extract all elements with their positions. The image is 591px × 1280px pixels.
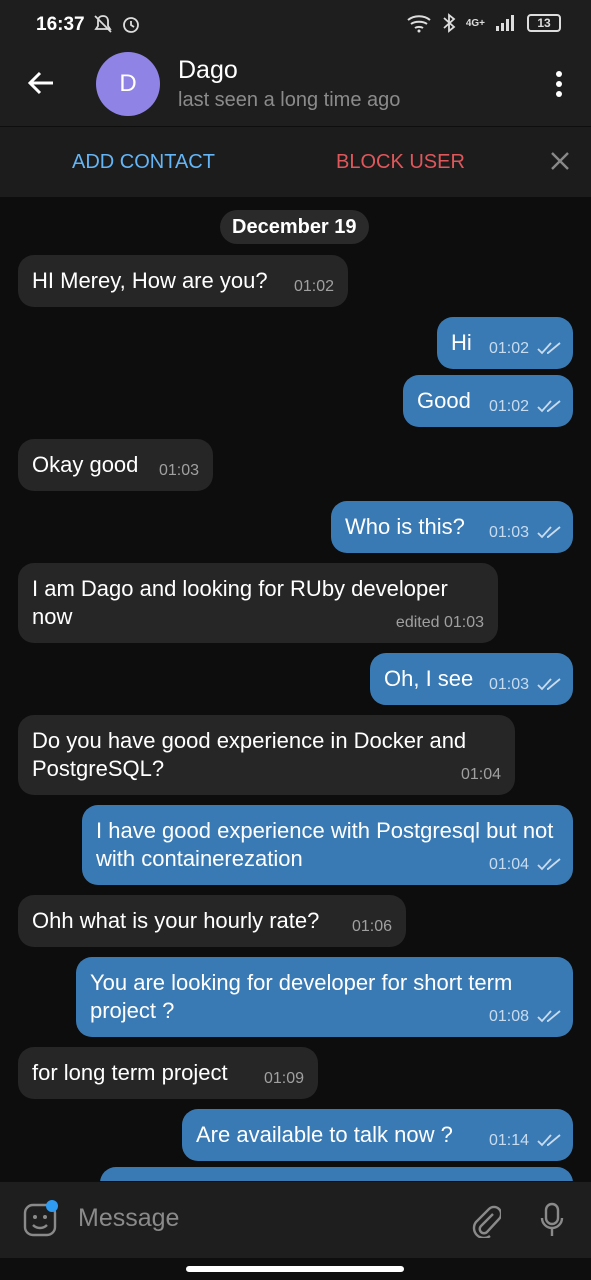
incoming-message[interactable]: Ohh what is your hourly rate? 01:06: [18, 895, 406, 947]
chat-header: D Dago last seen a long time ago: [0, 44, 591, 126]
outgoing-message[interactable]: Who is this? 01:03: [331, 501, 573, 553]
message-text: Oh, I see: [384, 666, 474, 691]
more-vertical-icon[interactable]: [555, 70, 563, 103]
double-check-icon: [537, 1126, 563, 1154]
message-time: 01:03: [488, 524, 529, 541]
message-input[interactable]: Message: [78, 1204, 179, 1233]
message-time: 01:14: [488, 1132, 529, 1149]
microphone-icon[interactable]: [539, 1202, 565, 1243]
chat-area[interactable]: December 19 HI Merey, How are you? 01:02…: [0, 197, 591, 1181]
incoming-message[interactable]: I am Dago and looking for RUby developer…: [18, 563, 498, 643]
block-user-button[interactable]: BLOCK USER: [336, 151, 465, 174]
double-check-icon: [537, 334, 563, 362]
incoming-message[interactable]: HI Merey, How are you? 01:02: [18, 255, 348, 307]
incoming-message[interactable]: Okay good 01:03: [18, 439, 213, 491]
outgoing-message[interactable]: Are available to talk now ? 01:14: [182, 1109, 573, 1161]
bluetooth-icon: [443, 13, 456, 33]
back-arrow-icon[interactable]: [26, 68, 56, 103]
message-text: Do you have good experience in Docker an…: [32, 728, 467, 781]
bell-off-icon: [94, 15, 112, 33]
message-time: 01:02: [488, 398, 529, 415]
message-time: 01:04: [460, 766, 501, 783]
message-time: 01:02: [293, 278, 334, 295]
message-time: 01:03: [488, 676, 529, 693]
message-time: 01:08: [488, 1008, 529, 1025]
status-right-icons: 4G+ 13: [406, 12, 561, 34]
add-contact-button[interactable]: ADD CONTACT: [72, 151, 215, 174]
wifi-icon: [407, 15, 431, 33]
alarm-icon: [123, 17, 139, 33]
outgoing-message-partial[interactable]: [100, 1167, 573, 1181]
home-handle[interactable]: [186, 1266, 404, 1272]
signal-icon: [496, 15, 514, 31]
battery-icon: 13: [527, 14, 561, 32]
message-time: 01:04: [488, 856, 529, 873]
contact-action-bar: ADD CONTACT BLOCK USER: [0, 127, 591, 197]
close-icon[interactable]: [549, 150, 571, 177]
message-text: HI Merey, How are you?: [32, 268, 268, 293]
date-chip: December 19: [220, 210, 369, 244]
message-time: edited 01:03: [395, 614, 484, 631]
incoming-message[interactable]: for long term project 01:09: [18, 1047, 318, 1099]
outgoing-message[interactable]: Oh, I see 01:03: [370, 653, 573, 705]
status-time: 16:37: [36, 14, 85, 35]
notification-dot: [46, 1200, 58, 1212]
gesture-nav-bar: [0, 1258, 591, 1280]
message-time: 01:06: [351, 918, 392, 935]
double-check-icon: [537, 1002, 563, 1030]
double-check-icon: [537, 518, 563, 546]
network-type: 4G+: [465, 17, 485, 29]
status-left-icons: [92, 13, 142, 35]
outgoing-message[interactable]: Hi 01:02: [437, 317, 573, 369]
outgoing-message[interactable]: I have good experience with Postgresql b…: [82, 805, 573, 885]
avatar[interactable]: D: [96, 52, 160, 116]
double-check-icon: [537, 392, 563, 420]
incoming-message[interactable]: Do you have good experience in Docker an…: [18, 715, 515, 795]
message-time: 01:03: [158, 462, 199, 479]
status-bar: 16:37 4G+ 13: [0, 0, 591, 44]
outgoing-message[interactable]: You are looking for developer for short …: [76, 957, 573, 1037]
double-check-icon: [537, 850, 563, 878]
message-time: 01:02: [488, 340, 529, 357]
double-check-icon: [537, 670, 563, 698]
contact-name[interactable]: Dago: [178, 56, 238, 85]
message-text: Ohh what is your hourly rate?: [32, 908, 320, 933]
outgoing-message[interactable]: Good 01:02: [403, 375, 573, 427]
attach-icon[interactable]: [469, 1204, 503, 1243]
message-time: 01:09: [263, 1070, 304, 1087]
message-composer: Message: [0, 1182, 591, 1258]
contact-status: last seen a long time ago: [178, 89, 401, 111]
